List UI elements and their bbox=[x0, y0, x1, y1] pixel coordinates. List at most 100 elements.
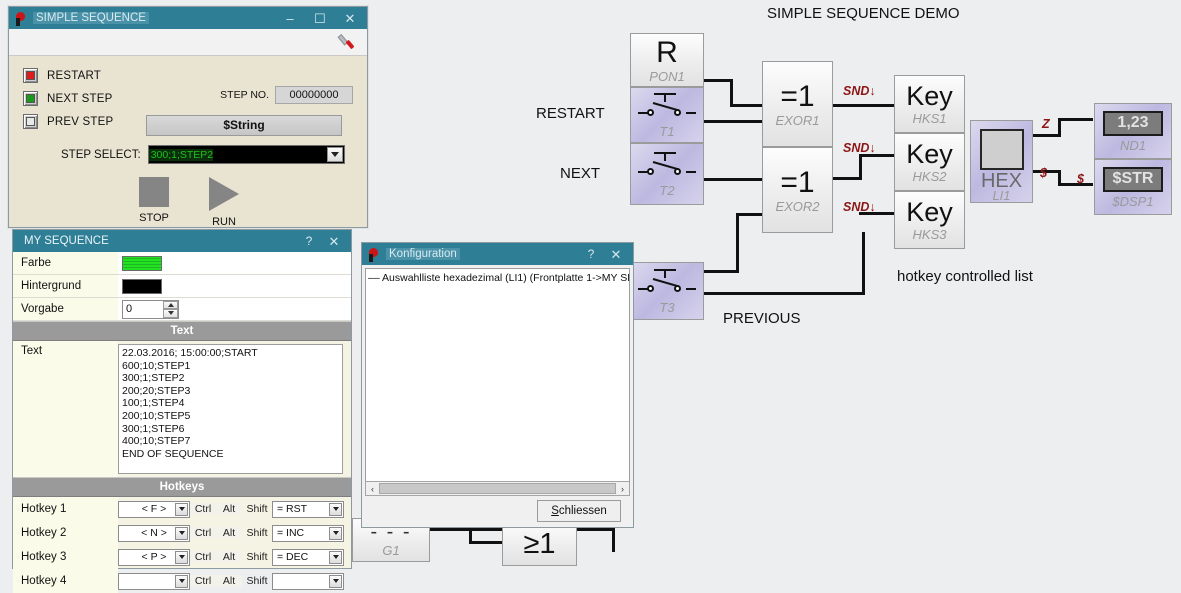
indicator-restart[interactable]: RESTART bbox=[23, 68, 353, 83]
block-hks1[interactable]: Key HKS1 bbox=[894, 75, 965, 133]
block-exor1-name: EXOR1 bbox=[775, 112, 820, 128]
wire bbox=[1033, 170, 1061, 173]
block-hks2[interactable]: Key HKS2 bbox=[894, 133, 965, 191]
property-value-hintergrund[interactable] bbox=[118, 275, 351, 297]
step-select-combo[interactable]: 300;1;STEP2 bbox=[147, 145, 345, 164]
konfiguration-window[interactable]: Konfiguration ? ✕ –– Auswahlliste hexade… bbox=[361, 242, 634, 528]
hotkey-3-key: < P > bbox=[141, 551, 167, 563]
block-or1[interactable]: ≥1 bbox=[502, 522, 577, 566]
hotkey-2-alt[interactable]: Alt bbox=[216, 527, 242, 539]
block-exor2[interactable]: =1 EXOR2 bbox=[762, 147, 833, 233]
hotkey-1-action-combo[interactable]: = RST bbox=[272, 500, 344, 518]
my-sequence-window[interactable]: MY SEQUENCE ? ✕ Farbe Hintergrund Vorgab… bbox=[12, 229, 352, 593]
hotkey-3-shift[interactable]: Shift bbox=[242, 551, 272, 563]
chevron-down-icon[interactable] bbox=[175, 574, 188, 588]
hotkey-2-key-combo[interactable]: < N > bbox=[118, 524, 190, 542]
konfiguration-list[interactable]: –– Auswahlliste hexadezimal (LI1) (Front… bbox=[365, 268, 630, 482]
wire bbox=[833, 104, 895, 107]
block-hks3[interactable]: Key HKS3 bbox=[894, 191, 965, 249]
wire bbox=[703, 120, 765, 123]
block-hks1-symbol: Key bbox=[906, 81, 953, 111]
block-t1[interactable]: T1 bbox=[630, 87, 704, 143]
block-g1-name: G1 bbox=[382, 543, 400, 558]
pin-snd-3: SND↓ bbox=[843, 200, 876, 214]
block-nd1-name: ND1 bbox=[1119, 137, 1146, 153]
block-li1[interactable]: HEX LI1 bbox=[970, 120, 1033, 203]
scrollbar-thumb[interactable] bbox=[379, 483, 616, 494]
block-nd1[interactable]: 1,23 ND1 bbox=[1094, 103, 1172, 159]
close-button[interactable]: ✕ bbox=[601, 243, 631, 265]
step-no-value: 00000000 bbox=[275, 86, 353, 104]
hotkey-1-key-combo[interactable]: < F > bbox=[118, 500, 190, 518]
hotkey-2-ctrl[interactable]: Ctrl bbox=[190, 527, 216, 539]
chevron-down-icon[interactable] bbox=[329, 574, 342, 588]
stepper-down-icon[interactable] bbox=[163, 309, 178, 318]
my-sequence-titlebar[interactable]: MY SEQUENCE ? ✕ bbox=[13, 230, 351, 252]
help-button[interactable]: ? bbox=[299, 230, 319, 252]
property-name-vorgabe: Vorgabe bbox=[13, 298, 118, 320]
help-button[interactable]: ? bbox=[581, 243, 601, 265]
hotkey-3-ctrl[interactable]: Ctrl bbox=[190, 551, 216, 563]
block-t2[interactable]: T2 bbox=[630, 143, 704, 205]
hotkey-3-label: Hotkey 3 bbox=[13, 545, 118, 569]
block-exor1[interactable]: =1 EXOR1 bbox=[762, 61, 833, 147]
hotkey-3-alt[interactable]: Alt bbox=[216, 551, 242, 563]
block-dsp1[interactable]: $STR $DSP1 bbox=[1094, 159, 1172, 215]
close-dialog-button[interactable]: Schliessen bbox=[537, 500, 621, 522]
hotkey-4-alt[interactable]: Alt bbox=[216, 575, 242, 587]
chevron-down-icon[interactable] bbox=[329, 526, 342, 540]
horizontal-scrollbar[interactable]: ‹ › bbox=[365, 481, 630, 496]
simple-sequence-toolbar[interactable] bbox=[9, 29, 367, 56]
screwdriver-icon[interactable] bbox=[337, 32, 359, 52]
close-button[interactable]: ✕ bbox=[335, 7, 365, 29]
simple-sequence-titlebar[interactable]: SIMPLE SEQUENCE – ☐ ✕ bbox=[9, 7, 367, 29]
hotkey-1-ctrl[interactable]: Ctrl bbox=[190, 503, 216, 515]
hotkey-4-action-combo[interactable] bbox=[272, 572, 344, 590]
block-pon1[interactable]: R PON1 bbox=[630, 33, 704, 87]
property-value-vorgabe[interactable]: 0 bbox=[118, 298, 351, 320]
pin-s-out: $ bbox=[1040, 166, 1047, 180]
hotkey-1-shift[interactable]: Shift bbox=[242, 503, 272, 515]
chevron-down-icon[interactable] bbox=[175, 502, 188, 516]
simple-sequence-window[interactable]: SIMPLE SEQUENCE – ☐ ✕ RESTART NEXT STEP bbox=[8, 6, 368, 228]
chevron-down-icon[interactable] bbox=[329, 502, 342, 516]
hotkey-2-action-combo[interactable]: = INC bbox=[272, 524, 344, 542]
chevron-down-icon[interactable] bbox=[175, 526, 188, 540]
hotkey-3-action-combo[interactable]: = DEC bbox=[272, 548, 344, 566]
run-button[interactable]: RUN bbox=[209, 177, 239, 228]
step-select-value: 300;1;STEP2 bbox=[148, 148, 214, 161]
hotkey-3-key-combo[interactable]: < P > bbox=[118, 548, 190, 566]
block-t3[interactable]: T3 bbox=[630, 262, 704, 320]
color-swatch-farbe[interactable] bbox=[122, 255, 162, 271]
property-value-farbe[interactable] bbox=[118, 252, 351, 274]
chevron-down-icon[interactable] bbox=[175, 550, 188, 564]
hotkey-4-shift[interactable]: Shift bbox=[242, 575, 272, 587]
hotkey-row-2: Hotkey 2 < N > Ctrl Alt Shift = INC bbox=[13, 521, 351, 545]
block-hks3-symbol: Key bbox=[906, 197, 953, 227]
wire bbox=[1058, 183, 1093, 186]
maximize-button[interactable]: ☐ bbox=[305, 7, 335, 29]
stepper-up-icon[interactable] bbox=[163, 300, 178, 309]
konfiguration-titlebar[interactable]: Konfiguration ? ✕ bbox=[362, 243, 633, 265]
hotkey-3-action: = DEC bbox=[277, 551, 309, 563]
wire bbox=[859, 154, 862, 180]
hotkey-4-label: Hotkey 4 bbox=[13, 569, 118, 593]
sequence-textarea[interactable]: 22.03.2016; 15:00:00;START 600;10;STEP1 … bbox=[118, 344, 343, 474]
stepper-arrows[interactable] bbox=[163, 300, 178, 318]
property-name-hintergrund: Hintergrund bbox=[13, 275, 118, 297]
hotkey-4-key-combo[interactable] bbox=[118, 572, 190, 590]
color-swatch-hintergrund[interactable] bbox=[122, 278, 162, 294]
list-item[interactable]: –– Auswahlliste hexadezimal (LI1) (Front… bbox=[368, 272, 629, 284]
scroll-right-arrow-icon[interactable]: › bbox=[616, 482, 629, 495]
hotkey-2-shift[interactable]: Shift bbox=[242, 527, 272, 539]
stop-button[interactable]: STOP bbox=[139, 177, 169, 228]
minimize-button[interactable]: – bbox=[275, 7, 305, 29]
close-button[interactable]: ✕ bbox=[319, 230, 349, 252]
chevron-down-icon[interactable] bbox=[326, 147, 343, 162]
stop-label: STOP bbox=[139, 212, 169, 224]
vorgabe-stepper[interactable]: 0 bbox=[122, 299, 179, 319]
chevron-down-icon[interactable] bbox=[329, 550, 342, 564]
hotkey-1-alt[interactable]: Alt bbox=[216, 503, 242, 515]
scroll-left-arrow-icon[interactable]: ‹ bbox=[366, 482, 379, 495]
hotkey-4-ctrl[interactable]: Ctrl bbox=[190, 575, 216, 587]
